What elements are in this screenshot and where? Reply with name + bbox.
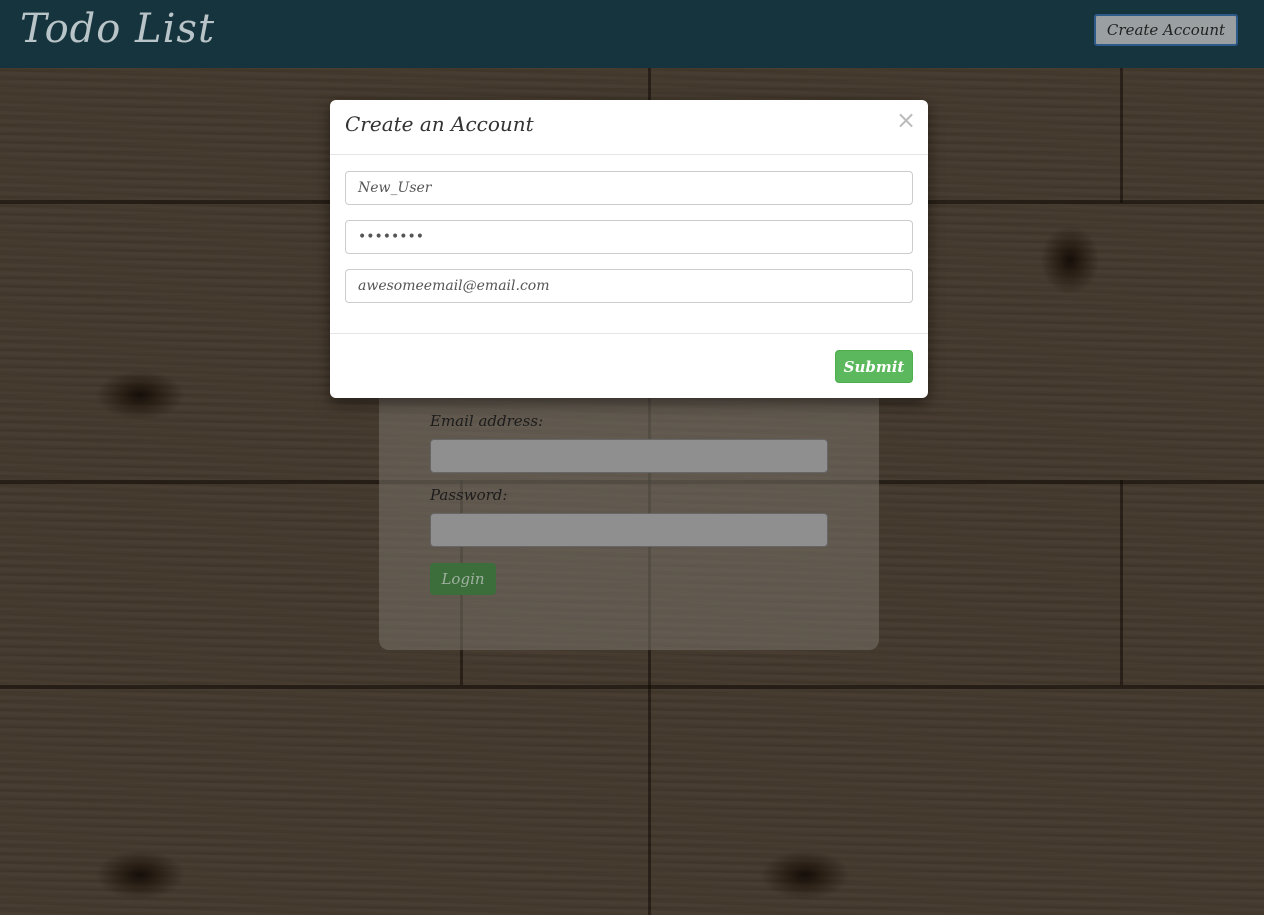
close-icon[interactable]: × (896, 106, 916, 134)
modal-footer: Submit (330, 333, 928, 398)
create-account-modal: Create an Account × New_User •••••••• aw… (330, 100, 928, 398)
submit-button[interactable]: Submit (835, 350, 913, 383)
email-field[interactable]: awesomeemail@email.com (345, 269, 913, 303)
email-label: Email address: (430, 412, 544, 430)
top-navbar: Todo List Create Account (0, 0, 1264, 68)
modal-header: Create an Account × (330, 100, 928, 155)
login-password-input[interactable] (430, 513, 828, 547)
login-button[interactable]: Login (430, 563, 496, 595)
password-label: Password: (430, 486, 508, 504)
create-account-button[interactable]: Create Account (1094, 14, 1238, 46)
brand-title[interactable]: Todo List (20, 6, 215, 52)
username-field[interactable]: New_User (345, 171, 913, 205)
login-email-input[interactable] (430, 439, 828, 473)
password-field[interactable]: •••••••• (345, 220, 913, 254)
modal-title: Create an Account (345, 112, 534, 136)
